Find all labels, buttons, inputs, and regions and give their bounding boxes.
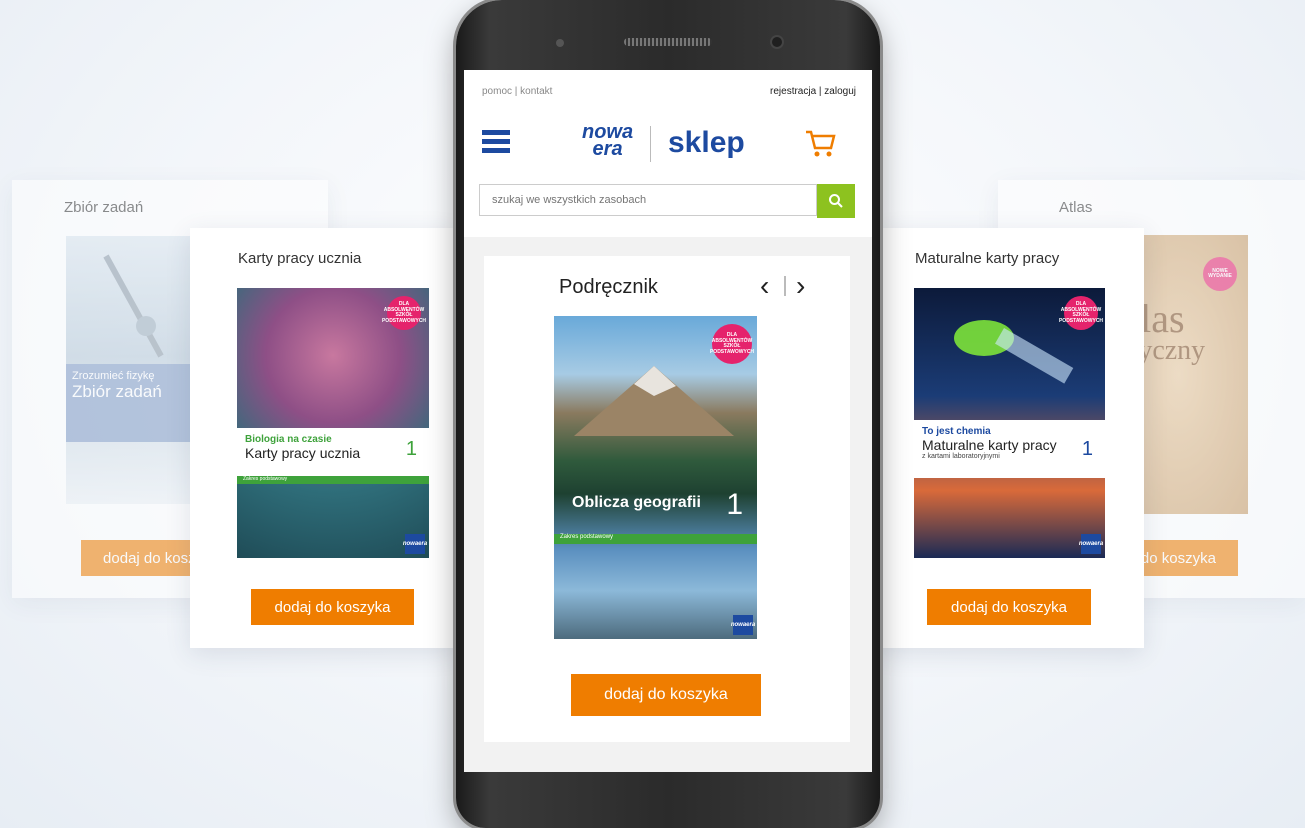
cart-icon[interactable] (804, 128, 836, 158)
nowa-era-logo[interactable]: nowa era (582, 122, 633, 159)
speaker-grille (624, 38, 712, 46)
school-badge: DLA ABSOLWENTÓW SZKÓŁ PODSTAWOWYCH (1059, 296, 1103, 330)
card-title: Karty pracy ucznia (238, 250, 362, 267)
nowa-era-logo: nowa era (1079, 534, 1103, 554)
nowa-era-logo: nowa era (403, 534, 427, 554)
search-input[interactable] (479, 184, 817, 216)
new-edition-badge: NOWE WYDANIE (1203, 257, 1237, 291)
phone-screen: pomoc | kontakt rejestracja | zaloguj no… (464, 70, 872, 772)
prev-arrow-icon[interactable]: ‹ (760, 270, 769, 302)
book-cover-biologia[interactable]: DLA ABSOLWENTÓW SZKÓŁ PODSTAWOWYCH Biolo… (237, 288, 429, 558)
search-bar (464, 182, 872, 237)
top-bar: pomoc | kontakt rejestracja | zaloguj (464, 70, 872, 106)
search-button[interactable] (817, 184, 855, 218)
help-contact-links[interactable]: pomoc | kontakt (482, 86, 552, 97)
cover-title: Oblicza geografii (572, 494, 701, 511)
product-card-maturalne-karty-pracy: Maturalne karty pracy DLA ABSOLWENTÓW SZ… (878, 228, 1144, 648)
book-cover-oblicza-geografii[interactable]: DLA ABSOLWENTÓW SZKÓŁ PODSTAWOWYCH Oblic… (554, 316, 757, 639)
add-to-cart-button[interactable]: dodaj do koszyka (251, 589, 414, 625)
card-title: Zbiór zadań (64, 199, 144, 216)
smartphone-mockup: pomoc | kontakt rejestracja | zaloguj no… (456, 0, 880, 828)
book-cover-chemia[interactable]: DLA ABSOLWENTÓW SZKÓŁ PODSTAWOWYCH To je… (914, 288, 1105, 558)
cover-level-bar: Zakres podstawowy (237, 476, 429, 484)
arrow-divider (784, 276, 786, 296)
nowa-era-logo: nowa era (731, 615, 755, 635)
next-arrow-icon[interactable]: › (796, 270, 805, 302)
cover-band: To jest chemia Maturalne karty pracy z k… (914, 420, 1105, 478)
header: nowa era sklep (464, 106, 872, 182)
front-camera (556, 39, 564, 47)
sklep-logo[interactable]: sklep (668, 126, 745, 160)
cover-band: Biologia na czasie Karty pracy ucznia 1 (237, 428, 429, 476)
cover-level-bar: Zakres podstawowy (554, 534, 757, 544)
logo-divider (650, 126, 651, 162)
mountain-image (574, 366, 734, 436)
register-login-links[interactable]: rejestracja | zaloguj (770, 86, 856, 97)
school-badge: DLA ABSOLWENTÓW SZKÓŁ PODSTAWOWYCH (382, 296, 426, 330)
product-card-karty-pracy-ucznia: Karty pracy ucznia DLA ABSOLWENTÓW SZKÓŁ… (190, 228, 458, 648)
card-title: Maturalne karty pracy (915, 250, 1060, 267)
card-title: Atlas (1059, 199, 1093, 216)
add-to-cart-button[interactable]: dodaj do koszyka (927, 589, 1091, 625)
cover-number: 1 (726, 488, 743, 521)
product-category: Podręcznik (559, 276, 658, 298)
school-badge: DLA ABSOLWENTÓW SZKÓŁ PODSTAWOWYCH (710, 324, 754, 364)
product-panel: Podręcznik ‹ › DLA ABSOLWENTÓW SZKÓŁ POD… (484, 256, 850, 742)
search-icon (829, 194, 843, 208)
hamburger-menu-icon[interactable] (482, 130, 510, 154)
add-to-cart-button[interactable]: dodaj do koszyka (571, 674, 761, 716)
sensor (772, 37, 782, 47)
